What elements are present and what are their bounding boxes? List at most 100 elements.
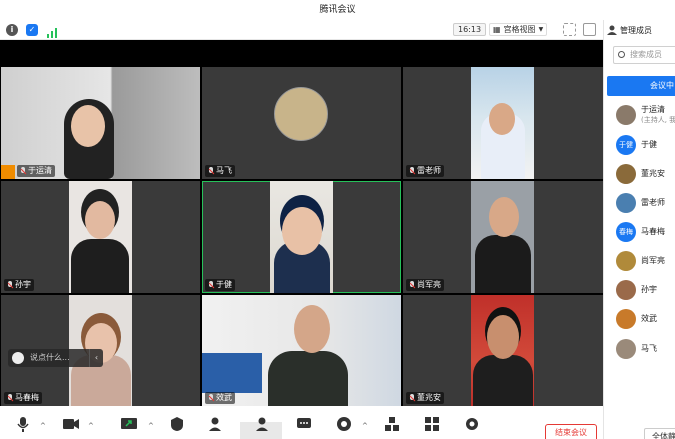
chevron-down-icon: ▼ — [538, 25, 544, 33]
member-name: 马飞 — [641, 344, 657, 353]
member-name: 尚军亮 — [641, 256, 665, 265]
avatar: 于健 — [616, 135, 636, 155]
emoji-icon[interactable] — [12, 352, 24, 364]
grid-icon: ▦ — [493, 24, 501, 34]
member-name: 于健 — [641, 140, 657, 149]
avatar — [616, 193, 636, 213]
member-text: 董兆安 — [641, 169, 665, 179]
search-icon — [618, 51, 625, 58]
share-screen-icon[interactable] — [120, 416, 137, 432]
video-tile[interactable]: 马飞 — [202, 67, 401, 179]
chevron-left-icon[interactable]: ‹ — [89, 349, 103, 367]
video-tile[interactable]: 于运清 — [1, 67, 200, 179]
view-switch-button[interactable]: ▦ 宫格视图 ▼ — [489, 23, 548, 36]
video-tile[interactable]: 孙宇 — [1, 181, 200, 293]
member-search-input[interactable]: 搜索成员 — [613, 46, 675, 64]
invite-icon[interactable] — [208, 416, 224, 432]
bottom-toolbar: ^ ^ ^ ^ 结束会议 — [0, 406, 603, 439]
avatar — [616, 309, 636, 329]
security-icon[interactable] — [170, 416, 186, 432]
mic-muted-icon — [7, 394, 13, 402]
member-name: 效武 — [641, 314, 657, 323]
mic-muted-icon — [7, 281, 13, 289]
member-name: 于运清 — [641, 105, 665, 114]
chevron-up-icon[interactable]: ^ — [40, 422, 56, 438]
participant-face — [489, 103, 515, 135]
member-list-item[interactable]: 于健 于健 — [616, 134, 675, 156]
view-label: 宫格视图 — [503, 24, 536, 34]
participant-name-tag: 孙宇 — [4, 279, 34, 291]
end-meeting-button[interactable]: 结束会议 — [545, 424, 597, 439]
signal-icon[interactable] — [46, 24, 58, 38]
members-sidebar: 管理成员 搜索成员 会议中 于运清 (主持人, 我) 于健于健董兆安雷老师春梅马春梅… — [603, 20, 675, 439]
sidebar-toggle-button[interactable] — [583, 23, 596, 36]
mic-muted-icon — [208, 167, 214, 175]
participant-face — [282, 207, 322, 255]
chat-icon[interactable] — [296, 416, 312, 432]
info-icon[interactable]: i — [6, 24, 18, 36]
top-toolbar: i ✓ 16:13 ▦ 宫格视图 ▼ — [0, 20, 603, 40]
chevron-up-icon[interactable]: ^ — [88, 422, 104, 438]
participant-name-tag: 马春梅 — [4, 392, 42, 404]
settings-icon[interactable] — [464, 416, 480, 432]
in-meeting-tab[interactable]: 会议中 — [607, 76, 675, 96]
member-role: (主持人, 我) — [641, 116, 675, 124]
apps-icon[interactable] — [384, 416, 400, 432]
more-apps-icon[interactable] — [424, 416, 440, 432]
chevron-up-icon[interactable]: ^ — [148, 422, 164, 438]
member-text: 雷老师 — [641, 198, 665, 208]
avatar — [616, 339, 636, 359]
avatar — [616, 105, 636, 125]
mic-icon[interactable] — [16, 416, 32, 432]
member-list-item[interactable]: 马飞 — [616, 338, 675, 360]
participant-face — [71, 105, 105, 147]
participant-name-tag: 于运清 — [17, 165, 55, 177]
member-list-item[interactable]: 效武 — [616, 308, 675, 330]
member-list-item[interactable]: 春梅 马春梅 — [616, 221, 675, 243]
camera-icon[interactable] — [62, 416, 79, 432]
participant-figure — [475, 235, 531, 293]
member-list-item[interactable]: 尚军亮 — [616, 250, 675, 272]
chat-quick-input[interactable]: 说点什么... ‹ — [8, 349, 103, 367]
participant-face — [489, 197, 519, 237]
mic-muted-icon — [20, 167, 26, 175]
avatar — [616, 164, 636, 184]
video-tile-active-speaker[interactable]: 于健 — [202, 181, 401, 293]
avatar — [274, 87, 328, 141]
fullscreen-button[interactable] — [563, 23, 576, 36]
sidebar-header: 管理成员 — [607, 23, 652, 37]
member-list-item[interactable]: 董兆安 — [616, 163, 675, 185]
members-icon[interactable] — [254, 416, 270, 432]
mic-muted-icon — [409, 167, 415, 175]
chevron-up-icon[interactable]: ^ — [362, 422, 378, 438]
video-tile[interactable]: 尚军亮 — [403, 181, 603, 293]
participant-name-tag: 效武 — [205, 392, 235, 404]
meeting-time: 16:13 — [453, 23, 487, 36]
meeting-app: 腾讯会议 i ✓ 16:13 ▦ 宫格视图 ▼ 于运清 马飞 雷老师 孙宇 于健… — [0, 0, 675, 439]
video-tile[interactable]: 雷老师 — [403, 67, 603, 179]
participant-figure — [473, 355, 533, 406]
mic-muted-icon — [208, 394, 214, 402]
participant-face — [487, 315, 519, 359]
room-sofa — [202, 353, 262, 393]
participant-name-tag: 于健 — [205, 279, 235, 291]
record-icon[interactable] — [336, 416, 352, 432]
mic-muted-icon — [409, 394, 415, 402]
member-list-item[interactable]: 孙宇 — [616, 279, 675, 301]
participant-name-tag: 马飞 — [205, 165, 235, 177]
video-tile[interactable]: 效武 — [202, 295, 401, 406]
person-icon — [607, 25, 617, 35]
window-title: 腾讯会议 — [0, 0, 675, 20]
member-text: 于健 — [641, 140, 657, 150]
participant-figure — [268, 351, 348, 406]
video-grid: 于运清 马飞 雷老师 孙宇 于健 尚军亮 马春梅 效武 董兆安 说点什么... … — [0, 67, 603, 406]
mute-all-button[interactable]: 全体静 — [644, 428, 675, 439]
member-text: 马春梅 — [641, 227, 665, 237]
member-name: 董兆安 — [641, 169, 665, 178]
video-tile[interactable]: 董兆安 — [403, 295, 603, 406]
member-list-item[interactable]: 于运清 (主持人, 我) — [616, 104, 675, 126]
member-list-item[interactable]: 雷老师 — [616, 192, 675, 214]
shield-icon[interactable]: ✓ — [26, 24, 38, 36]
participant-figure — [71, 239, 129, 293]
video-top-band — [0, 40, 603, 67]
